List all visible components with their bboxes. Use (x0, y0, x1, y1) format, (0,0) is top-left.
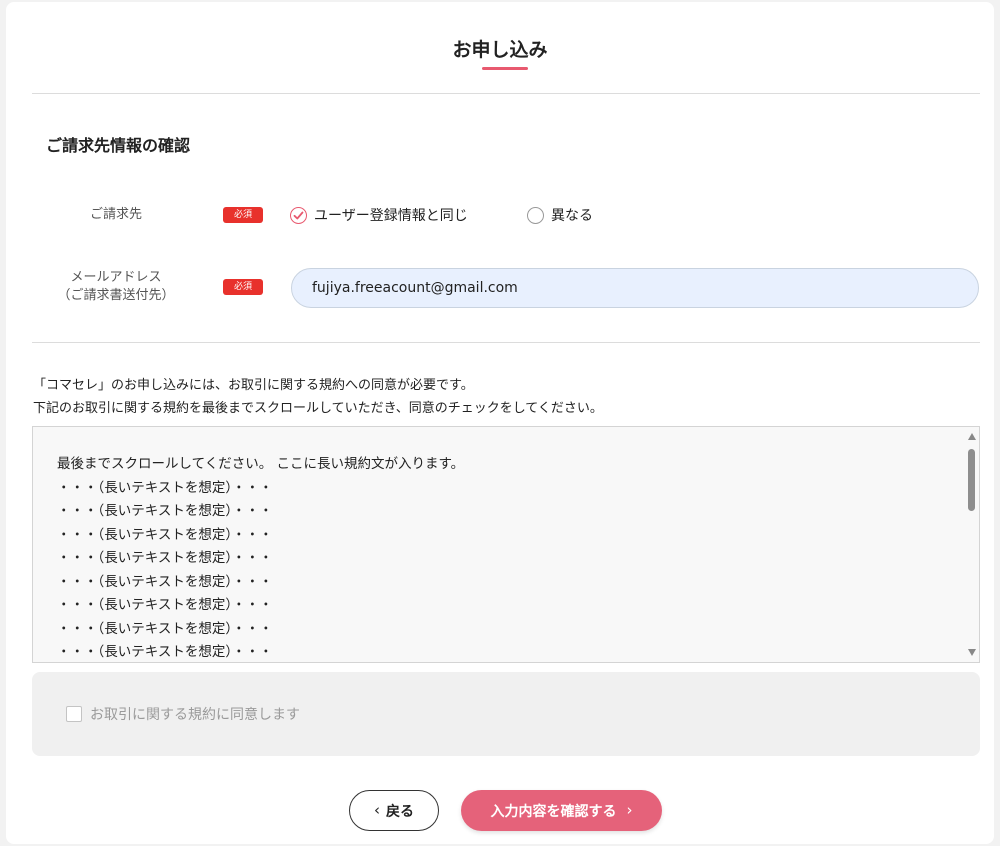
email-label: メールアドレス （ご請求書送付先） (31, 269, 201, 305)
terms-line: ・・・（長いテキストを想定）・・・ (57, 597, 273, 613)
section-title: ご請求先情報の確認 (46, 136, 191, 155)
radio-unchecked-icon[interactable] (527, 206, 544, 224)
terms-line: 最後までスクロールしてください。 ここに長い規約文が入ります。 (57, 456, 465, 472)
section-divider (32, 342, 980, 343)
confirm-button-label: 入力内容を確認する (490, 803, 617, 820)
billing-recipient-label: ご請求先 (89, 207, 142, 222)
email-label-line2: （ご請求書送付先） (57, 288, 175, 303)
chevron-right-icon: › (626, 801, 633, 819)
terms-notice: 「コマセレ」のお申し込みには、お取引に関する規約への同意が必要です。 下記のお取… (33, 374, 603, 420)
required-badge: 必須 (223, 207, 263, 223)
agree-checkbox-row[interactable]: お取引に関する規約に同意します (66, 704, 300, 724)
radio-same-as-user[interactable]: ユーザー登録情報と同じ (290, 205, 468, 225)
chevron-left-icon: ‹ (374, 801, 380, 819)
terms-text: 最後までスクロールしてください。 ここに長い規約文が入ります。 ・・・（長いテキ… (57, 453, 465, 662)
radio-different[interactable]: 異なる (527, 205, 593, 225)
terms-notice-line2: 下記のお取引に関する規約を最後までスクロールしていただき、同意のチェックをしてく… (33, 401, 603, 416)
terms-line: ・・・（長いテキストを想定）・・・ (57, 550, 273, 566)
agreement-panel: お取引に関する規約に同意します (32, 672, 980, 756)
email-label-line1: メールアドレス (70, 270, 162, 285)
title-underline (482, 67, 528, 70)
terms-line: ・・・（長いテキストを想定）・・・ (57, 526, 273, 543)
terms-line: ・・・（長いテキストを想定）・・・ (57, 479, 273, 496)
email-input[interactable] (291, 268, 979, 308)
header-divider (32, 93, 980, 94)
radio-checked-icon[interactable] (290, 206, 307, 224)
back-button[interactable]: ‹ 戻る (349, 790, 439, 831)
terms-line: ・・・（長いテキストを想定）・・・ (57, 644, 273, 660)
terms-notice-line1: 「コマセレ」のお申し込みには、お取引に関する規約への同意が必要です。 (33, 378, 474, 393)
terms-line: ・・・（長いテキストを想定）・・・ (57, 573, 273, 590)
terms-scrollbar[interactable] (965, 427, 979, 662)
terms-scroll-box[interactable]: 最後までスクロールしてください。 ここに長い規約文が入ります。 ・・・（長いテキ… (32, 426, 980, 663)
page-title: お申し込み (452, 39, 548, 61)
agree-checkbox[interactable] (66, 706, 82, 722)
radio-label: 異なる (551, 208, 593, 224)
application-card: お申し込み ご請求先情報の確認 ご請求先 必須 ユーザー登録情報と同じ 異なる … (6, 2, 994, 844)
agree-label: お取引に関する規約に同意します (90, 707, 300, 723)
scroll-up-arrow-icon[interactable] (968, 433, 976, 440)
required-badge: 必須 (223, 279, 263, 295)
terms-line: ・・・（長いテキストを想定）・・・ (57, 503, 273, 519)
checkmark-icon (293, 211, 304, 219)
scroll-down-arrow-icon[interactable] (968, 649, 976, 656)
terms-line: ・・・（長いテキストを想定）・・・ (57, 620, 273, 637)
scrollbar-thumb[interactable] (968, 449, 975, 511)
back-button-label: 戻る (386, 803, 414, 820)
confirm-button[interactable]: 入力内容を確認する › (461, 790, 662, 831)
radio-label: ユーザー登録情報と同じ (314, 208, 468, 224)
